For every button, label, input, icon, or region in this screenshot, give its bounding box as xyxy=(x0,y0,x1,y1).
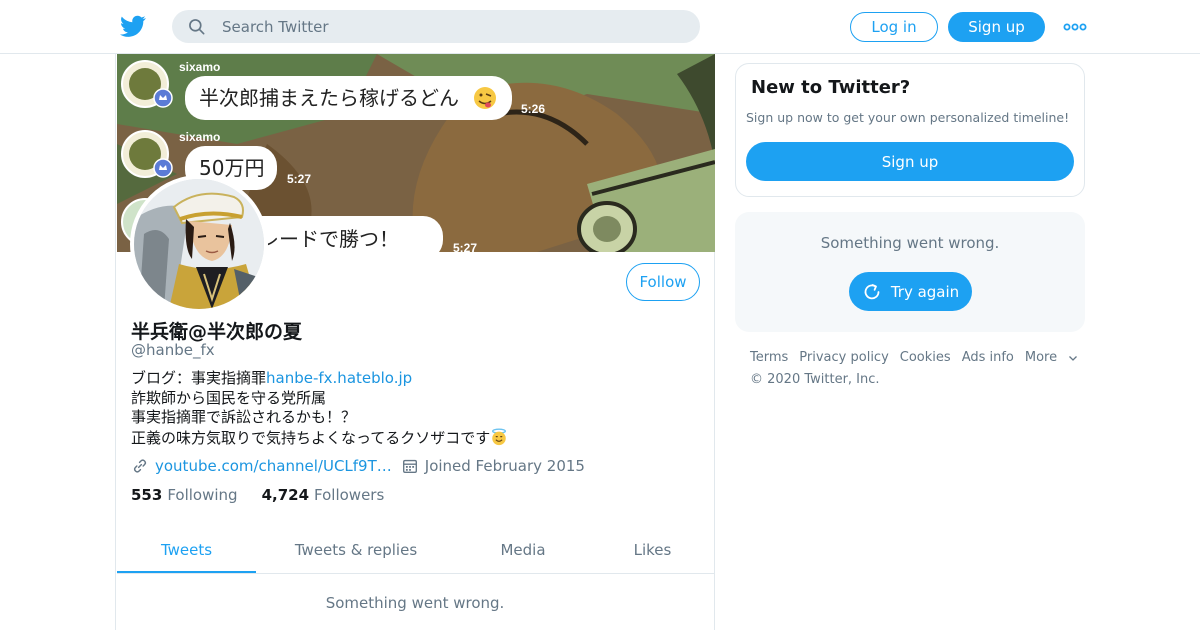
svg-text:半次郎捕まえたら稼げるどん: 半次郎捕まえたら稼げるどん xyxy=(199,86,459,110)
svg-text:sixamo: sixamo xyxy=(179,60,220,74)
refresh-icon xyxy=(864,283,880,299)
new-to-twitter-description: Sign up now to get your own personalized… xyxy=(746,110,1070,125)
tab-tweets-replies[interactable]: Tweets & replies xyxy=(256,527,456,573)
follow-button[interactable]: Follow xyxy=(626,263,700,301)
tab-tweets[interactable]: Tweets xyxy=(117,527,256,573)
try-again-button[interactable]: Try again xyxy=(849,272,972,311)
active-tab-indicator xyxy=(117,571,256,573)
footer-link-terms[interactable]: Terms xyxy=(750,350,788,365)
profile-handle: @hanbe_fx xyxy=(131,341,215,359)
sidebar-error-card: Something went wrong. Try again xyxy=(735,212,1085,332)
tab-media[interactable]: Media xyxy=(456,527,590,573)
svg-text:sixamo: sixamo xyxy=(179,130,220,144)
top-navigation-bar: Log in Sign up xyxy=(0,0,1200,54)
profile-stats: 553 Following 4,724 Followers xyxy=(131,486,408,504)
profile-website-link[interactable]: youtube.com/channel/UCLf9T… xyxy=(155,457,392,475)
profile-tabs: Tweets Tweets & replies Media Likes xyxy=(117,527,715,574)
footer-link-privacy[interactable]: Privacy policy xyxy=(799,350,888,365)
footer-more-menu[interactable]: More xyxy=(1025,350,1078,365)
following-label: Following xyxy=(167,486,238,504)
profile-avatar[interactable] xyxy=(130,175,268,313)
svg-text:5:27: 5:27 xyxy=(287,172,311,186)
following-stat[interactable]: 553 Following xyxy=(131,486,238,504)
following-count: 553 xyxy=(131,486,163,504)
search-icon xyxy=(189,19,205,35)
twitter-bird-icon[interactable] xyxy=(119,13,147,39)
followers-stat[interactable]: 4,724 Followers xyxy=(262,486,385,504)
followers-label: Followers xyxy=(314,486,385,504)
new-to-twitter-title: New to Twitter? xyxy=(751,77,911,98)
search-input[interactable] xyxy=(222,10,682,43)
footer: Terms Privacy policy Cookies Ads info Mo… xyxy=(750,350,1090,387)
svg-text:5:27: 5:27 xyxy=(453,241,477,252)
svg-text:5:26: 5:26 xyxy=(521,102,545,116)
bio-line-1-text: ブログ：事実指摘罪 xyxy=(131,369,267,387)
profile-joined-date: Joined February 2015 xyxy=(424,457,585,475)
new-to-twitter-card: New to Twitter? Sign up now to get your … xyxy=(735,63,1085,197)
sidebar-signup-button[interactable]: Sign up xyxy=(746,142,1074,181)
profile-meta: youtube.com/channel/UCLf9T… Joined Febru… xyxy=(131,455,585,477)
try-again-label: Try again xyxy=(890,282,960,301)
copyright-text: © 2020 Twitter, Inc. xyxy=(750,372,880,387)
footer-link-cookies[interactable]: Cookies xyxy=(900,350,951,365)
tab-likes[interactable]: Likes xyxy=(590,527,715,573)
search-bar[interactable] xyxy=(172,10,700,43)
signup-button[interactable]: Sign up xyxy=(948,12,1045,42)
link-icon xyxy=(133,459,147,473)
avatar-image xyxy=(134,179,264,309)
bio-line-4: 正義の味方気取りで気持ちよくなってるクソザコです xyxy=(131,428,491,447)
footer-link-ads-info[interactable]: Ads info xyxy=(962,350,1014,365)
bio-line-3: 事実指摘罪で訴訟されるかも！？ xyxy=(131,408,357,426)
profile-column: sixamo 半次郎捕まえたら稼げるどん 5:26 sixamo 50万円 5:… xyxy=(115,54,715,630)
profile-name: 半兵衛@半次郎の夏 xyxy=(131,321,303,343)
bio-blog-link[interactable]: hanbe-fx.hateblo.jp xyxy=(266,369,412,387)
bio-line-2: 詐欺師から国民を守る党所属 xyxy=(131,388,327,407)
followers-count: 4,724 xyxy=(261,486,310,504)
timeline-error-message: Something went wrong. xyxy=(325,594,505,612)
chevron-down-icon xyxy=(1069,356,1078,361)
profile-bio: ブログ：事実指摘罪hanbe-fx.hateblo.jp 詐欺師から国民を守る党… xyxy=(131,369,691,448)
more-dots-icon[interactable] xyxy=(1063,17,1087,37)
footer-more-label: More xyxy=(1024,350,1058,365)
smiling-face-with-halo-icon xyxy=(492,427,507,445)
login-button[interactable]: Log in xyxy=(850,12,938,42)
sidebar-error-message: Something went wrong. xyxy=(820,234,1000,252)
calendar-icon xyxy=(402,459,417,473)
